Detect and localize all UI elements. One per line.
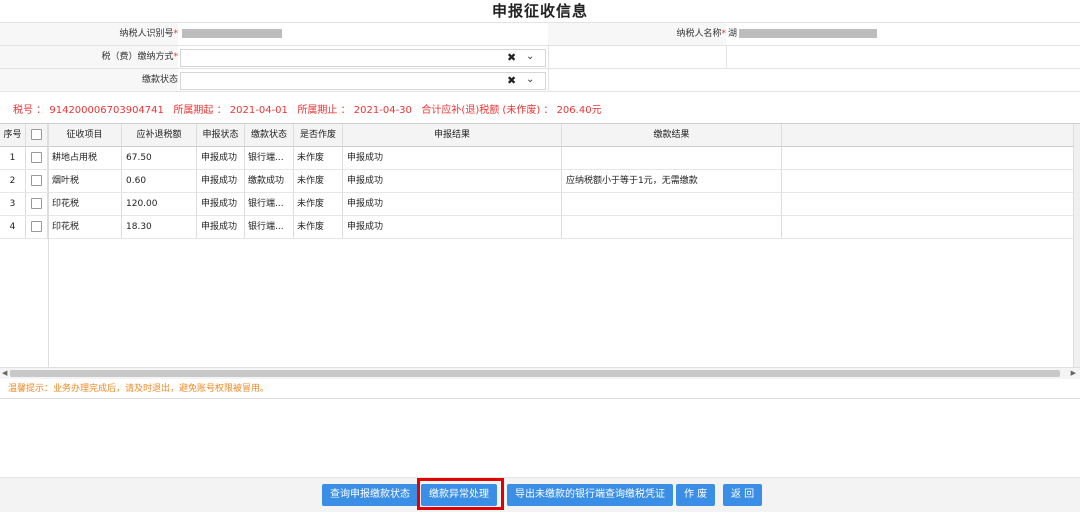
table-row[interactable]: 2 烟叶税 0.60 申报成功 缴款成功 未作废 申报成功 应纳税额小于等于1元… — [0, 170, 1074, 193]
row-checkbox-cell — [26, 193, 48, 215]
row-amount: 120.00 — [122, 193, 197, 215]
query-status-button[interactable]: 查询申报缴款状态 — [322, 484, 418, 506]
row-decl-status: 申报成功 — [197, 147, 245, 169]
header-no: 序号 — [0, 124, 26, 146]
divider — [0, 398, 1080, 399]
header-voided: 是否作废 — [294, 124, 343, 146]
form-row-payment-method: 税（费）缴纳方式* ✖ ⌄ — [0, 46, 1080, 69]
row-voided: 未作废 — [294, 216, 343, 238]
row-item: 烟叶税 — [48, 170, 122, 192]
button-bar: 查询申报缴款状态 缴款异常处理 导出未缴款的银行端查询缴税凭证 作 废 返 回 — [0, 477, 1080, 512]
horizontal-scrollbar[interactable]: ◀ ▶ — [0, 367, 1080, 379]
clear-icon[interactable]: ✖ — [507, 51, 516, 65]
row-amount: 67.50 — [122, 147, 197, 169]
tax-summary: 税号 ： 914200006703904741 所属期起 ： 2021-04-0… — [13, 105, 602, 116]
masked-taxpayer-id — [182, 29, 282, 38]
row-pay-status: 缴款成功 — [245, 170, 294, 192]
payment-status-label: 缴款状态 — [0, 69, 178, 91]
form-row-payment-status: 缴款状态 ✖ ⌄ — [0, 69, 1080, 92]
divider — [726, 46, 727, 68]
row-voided: 未作废 — [294, 147, 343, 169]
row-no: 2 — [0, 170, 26, 192]
header-select-all — [26, 124, 48, 146]
vertical-scrollbar[interactable] — [1073, 124, 1080, 367]
row-checkbox[interactable] — [31, 198, 42, 209]
scrollbar-thumb[interactable] — [10, 370, 1060, 377]
header-decl-status: 申报状态 — [197, 124, 245, 146]
header-pay-status: 缴款状态 — [245, 124, 294, 146]
row-pay-status: 银行端... — [245, 147, 294, 169]
chevron-down-icon[interactable]: ⌄ — [526, 50, 534, 64]
row-no: 3 — [0, 193, 26, 215]
taxpayer-name-value: 湖 — [728, 23, 1068, 45]
row-item: 印花税 — [48, 216, 122, 238]
void-button[interactable]: 作 废 — [676, 484, 716, 506]
header-item: 征收项目 — [48, 124, 122, 146]
scroll-left-icon[interactable]: ◀ — [2, 368, 7, 379]
row-no: 1 — [0, 147, 26, 169]
payment-method-label: 税（费）缴纳方式* — [0, 46, 178, 68]
header-amount: 应补退税额 — [122, 124, 197, 146]
row-decl-result: 申报成功 — [343, 193, 562, 215]
row-pay-result — [562, 216, 782, 238]
row-pay-result: 应纳税额小于等于1元，无需缴款 — [562, 170, 782, 192]
clear-icon[interactable]: ✖ — [507, 74, 516, 88]
warning-tip: 温馨提示：业务办理完成后，请及时退出，避免账号权限被冒用。 — [8, 384, 270, 394]
row-decl-status: 申报成功 — [197, 216, 245, 238]
row-item: 印花税 — [48, 193, 122, 215]
taxpayer-id-label: 纳税人识别号* — [0, 23, 178, 45]
select-all-checkbox[interactable] — [31, 129, 42, 140]
payment-status-select[interactable]: ✖ ⌄ — [180, 72, 546, 90]
chevron-down-icon[interactable]: ⌄ — [526, 73, 534, 87]
highlight-box — [417, 478, 504, 510]
row-decl-result: 申报成功 — [343, 216, 562, 238]
row-checkbox-cell — [26, 170, 48, 192]
row-pay-result — [562, 147, 782, 169]
scroll-right-icon[interactable]: ▶ — [1071, 368, 1076, 379]
row-checkbox-cell — [26, 216, 48, 238]
row-pay-status: 银行端... — [245, 193, 294, 215]
divider — [548, 69, 549, 91]
table-row[interactable]: 1 耕地占用税 67.50 申报成功 银行端... 未作废 申报成功 — [0, 147, 1074, 170]
row-decl-result: 申报成功 — [343, 170, 562, 192]
page-title: 申报征收信息 — [491, 2, 588, 20]
taxpayer-name-label: 纳税人名称* — [548, 23, 726, 45]
payment-method-select[interactable]: ✖ ⌄ — [180, 49, 546, 67]
row-voided: 未作废 — [294, 193, 343, 215]
back-button[interactable]: 返 回 — [723, 484, 763, 506]
table-header: 序号 征收项目 应补退税额 申报状态 缴款状态 是否作废 申报结果 缴款结果 — [0, 124, 1074, 147]
masked-taxpayer-name — [739, 29, 878, 38]
row-checkbox[interactable] — [31, 221, 42, 232]
taxpayer-id-value — [180, 23, 540, 45]
row-decl-status: 申报成功 — [197, 193, 245, 215]
row-amount: 18.30 — [122, 216, 197, 238]
table-row[interactable]: 3 印花税 120.00 申报成功 银行端... 未作废 申报成功 — [0, 193, 1074, 216]
export-voucher-button[interactable]: 导出未缴款的银行端查询缴税凭证 — [507, 484, 673, 506]
row-voided: 未作废 — [294, 170, 343, 192]
table-row[interactable]: 4 印花税 18.30 申报成功 银行端... 未作废 申报成功 — [0, 216, 1074, 239]
row-checkbox[interactable] — [31, 175, 42, 186]
header-decl-result: 申报结果 — [343, 124, 562, 146]
form-row-ids: 纳税人识别号* 纳税人名称* 湖 — [0, 23, 1080, 46]
row-checkbox-cell — [26, 147, 48, 169]
row-checkbox[interactable] — [31, 152, 42, 163]
row-decl-result: 申报成功 — [343, 147, 562, 169]
declaration-form: 纳税人识别号* 纳税人名称* 湖 税（费）缴纳方式* ✖ ⌄ 缴款状态 ✖ ⌄ — [0, 22, 1080, 92]
row-no: 4 — [0, 216, 26, 238]
row-item: 耕地占用税 — [48, 147, 122, 169]
divider — [548, 46, 549, 68]
column-divider — [48, 124, 49, 367]
row-decl-status: 申报成功 — [197, 170, 245, 192]
row-pay-status: 银行端... — [245, 216, 294, 238]
row-amount: 0.60 — [122, 170, 197, 192]
header-pay-result: 缴款结果 — [562, 124, 782, 146]
declaration-table: 序号 征收项目 应补退税额 申报状态 缴款状态 是否作废 申报结果 缴款结果 1… — [0, 123, 1080, 379]
row-pay-result — [562, 193, 782, 215]
